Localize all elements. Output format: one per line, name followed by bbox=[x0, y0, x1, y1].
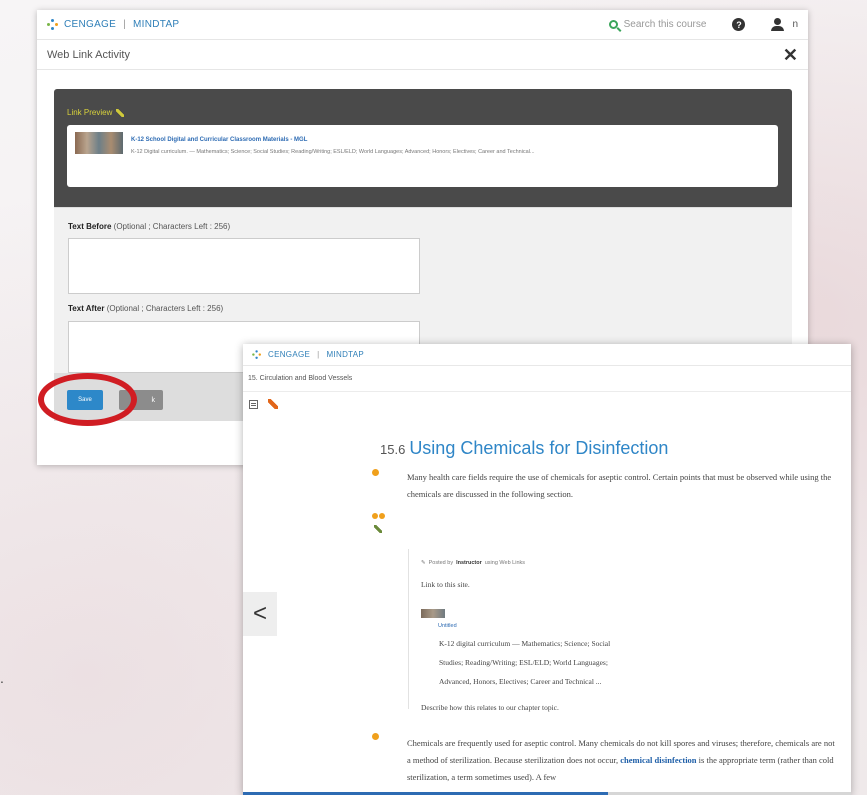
ref-intro: Link to this site. bbox=[421, 580, 470, 589]
user-initial: n bbox=[792, 19, 798, 30]
reader-window: CENGAGE | MINDTAP 15. Circulation and Bl… bbox=[243, 344, 851, 795]
breadcrumb[interactable]: 15. Circulation and Blood Vessels bbox=[243, 366, 851, 392]
web-link-block: ✎ Posted by Instructor using Web Links L… bbox=[408, 549, 708, 712]
top-bar: CENGAGE | MINDTAP Search this course ? n bbox=[37, 10, 808, 40]
chapter-title: Using Chemicals for Disinfection bbox=[409, 438, 669, 458]
link-description: K-12 Digital curriculum. — Mathematics; … bbox=[131, 149, 535, 155]
search-icon bbox=[608, 20, 618, 29]
link-preview-card[interactable]: K-12 School Digital and Curricular Class… bbox=[67, 125, 778, 187]
note-marker-icon[interactable] bbox=[372, 469, 379, 476]
pin-icon: ✎ bbox=[421, 560, 426, 566]
note-pair-icon[interactable] bbox=[372, 513, 385, 519]
note-marker-icon[interactable] bbox=[372, 733, 379, 740]
link-preview-label: Link Preview bbox=[67, 108, 125, 117]
highlight-pencil-icon[interactable] bbox=[268, 399, 278, 409]
reader-brand-logo[interactable]: CENGAGE | MINDTAP bbox=[251, 349, 364, 361]
ref-line-3: Advanced, Honors, Electives; Career and … bbox=[439, 677, 602, 686]
dialog-title: Web Link Activity bbox=[47, 48, 130, 61]
link-preview-panel: Link Preview K-12 School Digital and Cur… bbox=[54, 89, 792, 207]
brand-left: CENGAGE bbox=[64, 19, 117, 30]
text-before-label: Text Before (Optional ; Characters Left … bbox=[68, 222, 231, 231]
ref-line-2: Studies; Reading/Writing; ESL/ELD; World… bbox=[439, 658, 608, 667]
user-icon[interactable] bbox=[771, 18, 785, 31]
link-title[interactable]: K-12 School Digital and Curricular Class… bbox=[131, 137, 307, 143]
brand-logo[interactable]: CENGAGE | MINDTAP bbox=[47, 18, 180, 31]
text-after-label: Text After (Optional ; Characters Left :… bbox=[68, 304, 224, 313]
ref-prompt: Describe how this relates to our chapter… bbox=[421, 703, 559, 712]
glossary-term-link[interactable]: chemical disinfection bbox=[620, 755, 696, 765]
help-icon[interactable]: ? bbox=[732, 18, 746, 31]
link-thumbnail bbox=[75, 132, 123, 154]
paragraph-1: Many health care fields require the use … bbox=[407, 472, 832, 499]
previous-page-button[interactable]: < bbox=[243, 592, 277, 636]
cengage-logo-icon bbox=[47, 18, 59, 31]
brand-right: MINDTAP bbox=[133, 19, 180, 30]
ref-link[interactable]: Untitled bbox=[438, 623, 457, 629]
stray-text: . bbox=[0, 670, 4, 686]
search-input[interactable]: Search this course bbox=[608, 19, 707, 30]
chapter-number: 15.6 bbox=[380, 442, 406, 457]
top-bar-actions: Search this course ? n bbox=[608, 18, 798, 31]
ref-thumbnail bbox=[421, 609, 445, 618]
text-before-field[interactable] bbox=[68, 238, 420, 294]
reader-toolbar bbox=[243, 392, 851, 416]
search-placeholder: Search this course bbox=[623, 19, 707, 30]
chapter-heading: 15.6 Using Chemicals for Disinfection bbox=[380, 438, 668, 459]
dialog-titlebar: Web Link Activity ✕ bbox=[37, 40, 808, 70]
highlight-circle bbox=[38, 373, 137, 426]
ref-line-1: K-12 digital curriculum — Mathematics; S… bbox=[439, 639, 611, 648]
paragraph-2: Chemicals are frequently used for asepti… bbox=[407, 738, 835, 782]
reader-top-bar: CENGAGE | MINDTAP bbox=[243, 344, 851, 366]
posted-by: ✎ Posted by Instructor using Web Links bbox=[421, 560, 526, 566]
table-of-contents-icon[interactable] bbox=[249, 399, 258, 409]
edit-pencil-icon[interactable] bbox=[116, 108, 125, 117]
edit-note-icon[interactable] bbox=[374, 525, 382, 533]
cengage-logo-icon bbox=[252, 349, 262, 360]
close-icon[interactable]: ✕ bbox=[783, 46, 798, 64]
